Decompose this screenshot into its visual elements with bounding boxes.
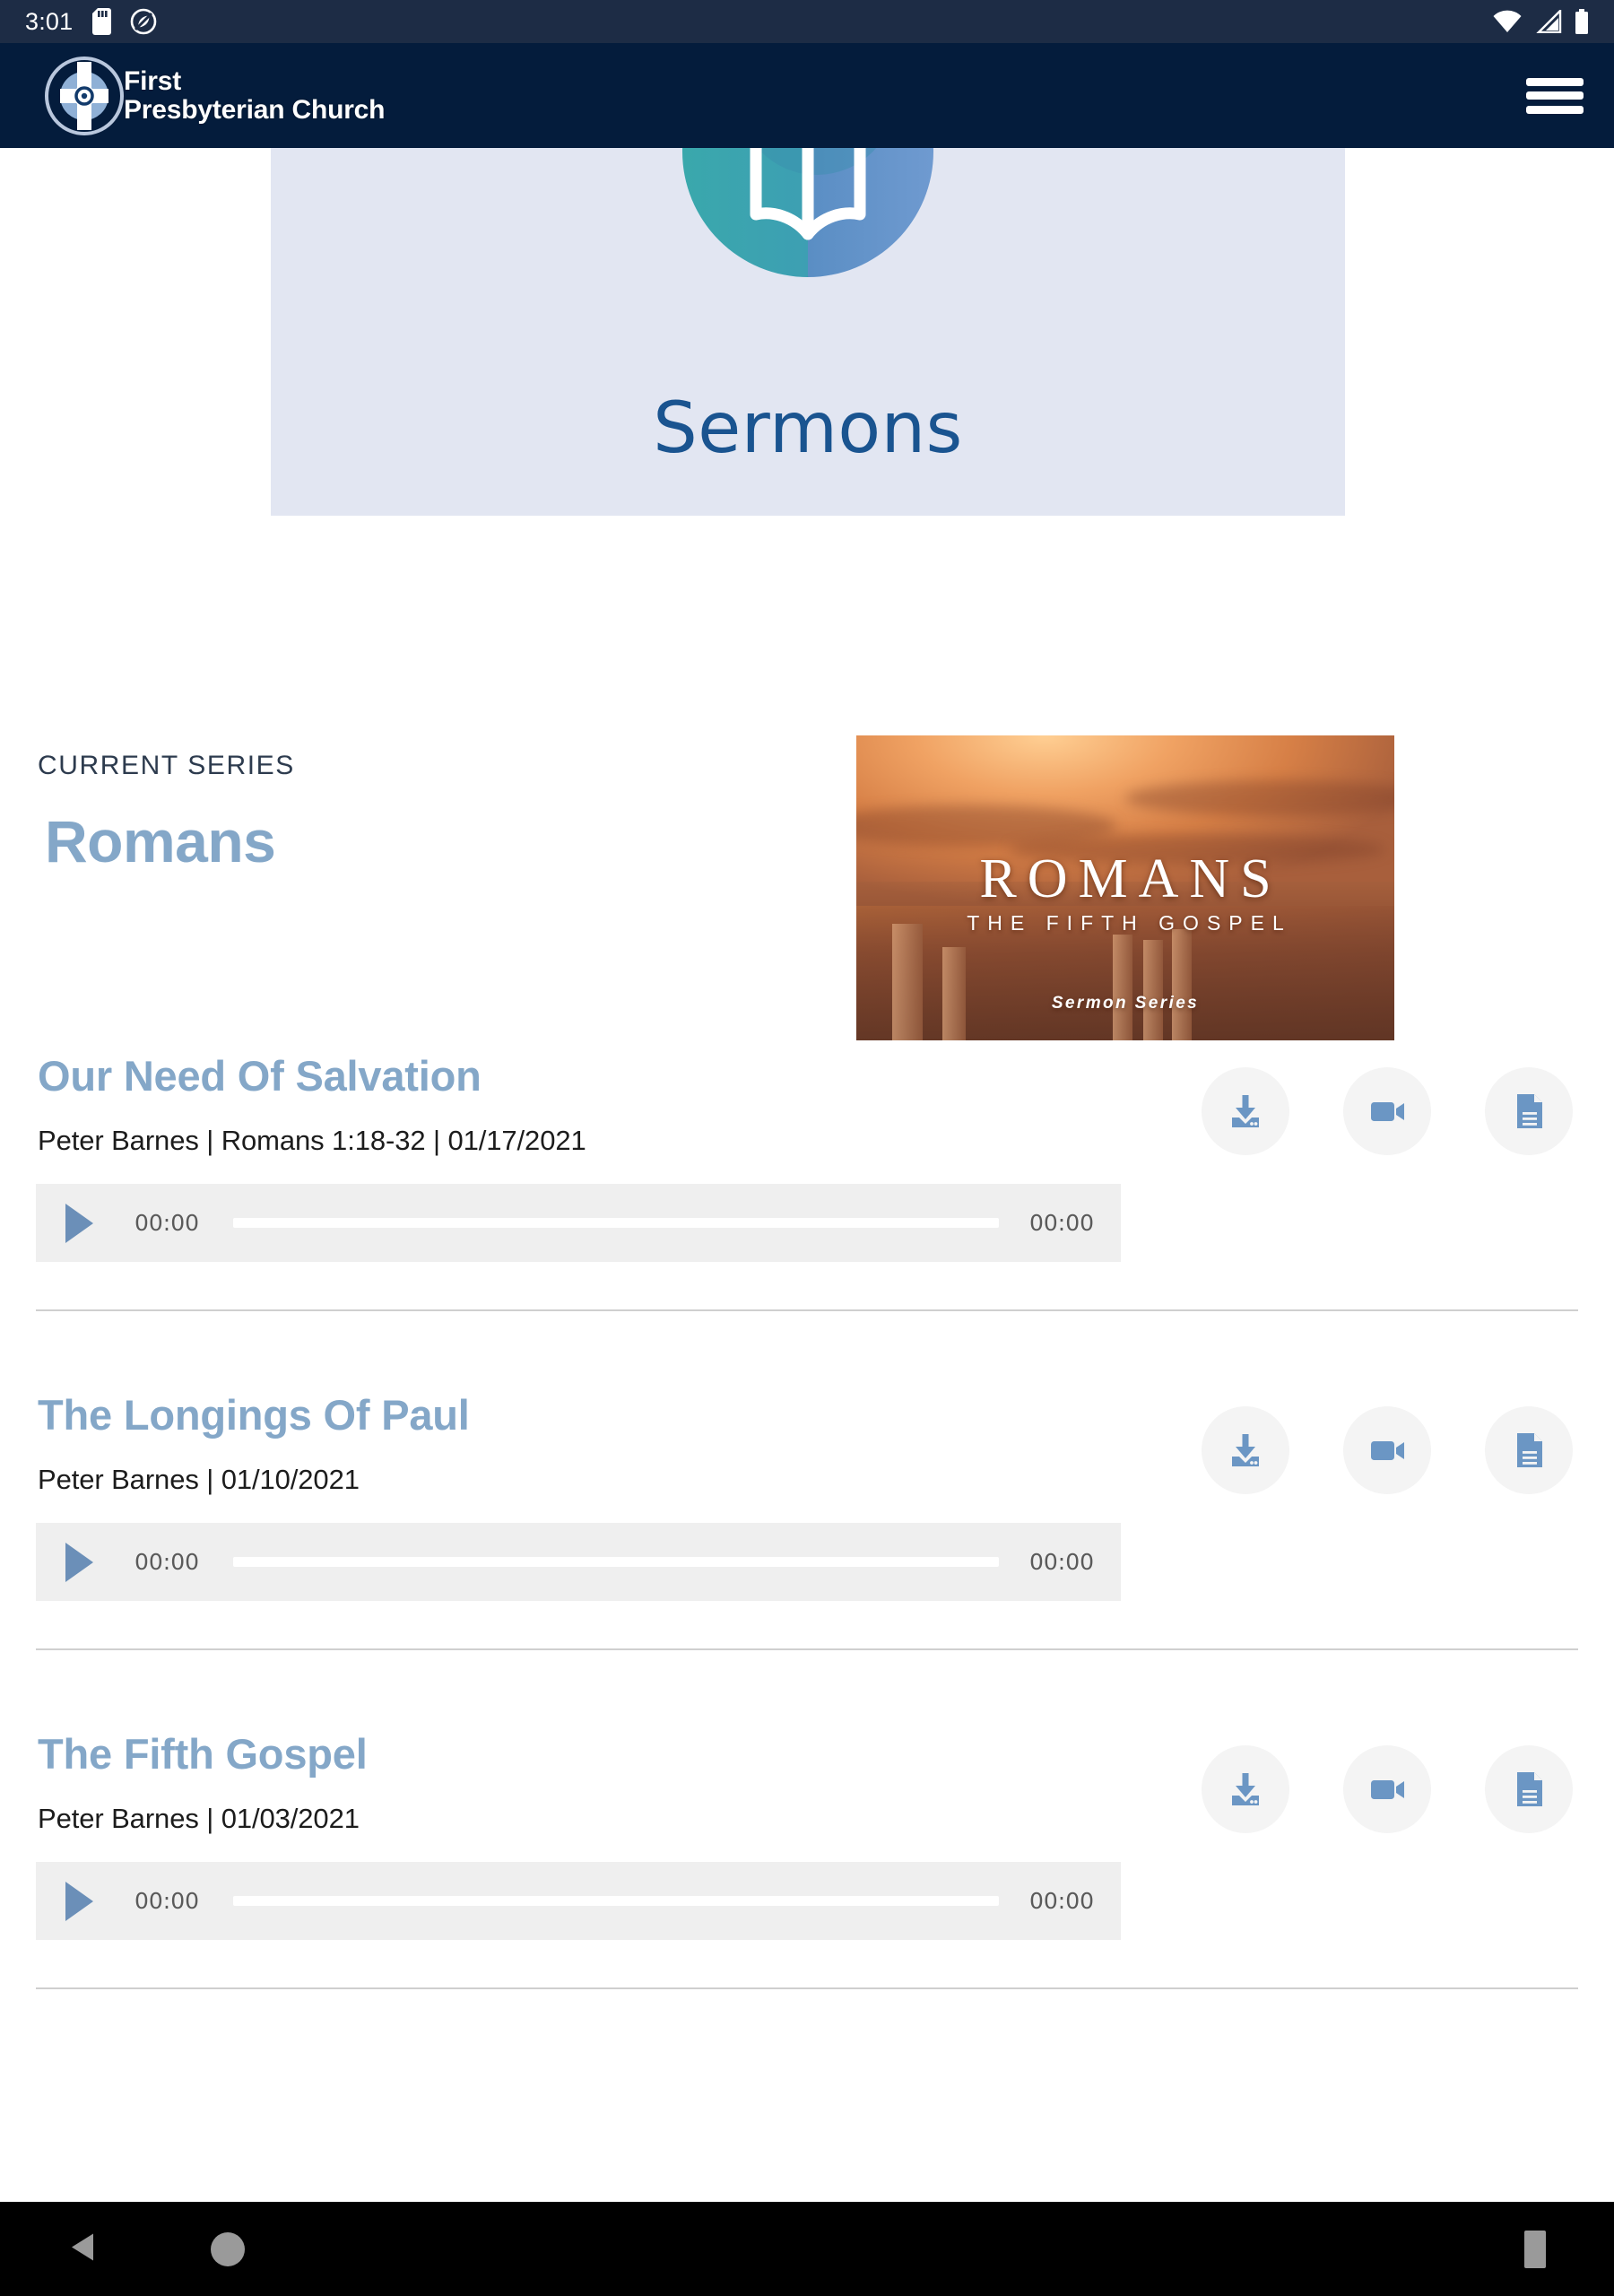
hamburger-menu-icon[interactable] — [1526, 73, 1584, 119]
series-artwork[interactable]: ROMANS THE FIFTH GOSPEL Sermon Series — [856, 735, 1394, 1040]
download-button[interactable] — [1202, 1745, 1289, 1833]
sermon-title[interactable]: The Fifth Gospel — [38, 1729, 368, 1779]
sermon-actions — [1202, 1067, 1573, 1155]
video-button[interactable] — [1343, 1067, 1431, 1155]
sermon-divider — [36, 1309, 1578, 1311]
battery-icon — [1575, 9, 1589, 34]
recents-button[interactable] — [1524, 2230, 1546, 2268]
brand-name: First Presbyterian Church — [124, 65, 386, 125]
player-seek-bar[interactable] — [233, 1557, 999, 1567]
download-button[interactable] — [1202, 1406, 1289, 1494]
player-seek-bar[interactable] — [233, 1218, 999, 1228]
sermon-actions — [1202, 1406, 1573, 1494]
brand-name-line2: Presbyterian Church — [124, 94, 386, 125]
player-total-time: 00:00 — [1028, 1549, 1094, 1575]
sermon-divider — [36, 1987, 1578, 1989]
download-button[interactable] — [1202, 1067, 1289, 1155]
artwork-column — [892, 924, 923, 1040]
brand[interactable]: First Presbyterian Church — [43, 55, 385, 137]
brand-name-line1: First — [124, 65, 182, 96]
sermons-banner: Sermons — [271, 148, 1345, 516]
artwork-subtitle: THE FIFTH GOSPEL — [967, 911, 1292, 935]
sermon-meta: Peter Barnes | Romans 1:18-32 | 01/17/20… — [38, 1125, 586, 1156]
play-button[interactable] — [57, 1202, 100, 1245]
player-total-time: 00:00 — [1028, 1888, 1094, 1914]
wifi-icon — [1492, 10, 1523, 33]
status-right-icons — [1492, 9, 1589, 34]
play-button[interactable] — [57, 1880, 100, 1923]
sermon-title[interactable]: Our Need Of Salvation — [38, 1051, 482, 1100]
artwork-tag: Sermon Series — [1051, 994, 1200, 1013]
video-button[interactable] — [1343, 1406, 1431, 1494]
document-button[interactable] — [1485, 1406, 1573, 1494]
back-button[interactable] — [70, 2231, 97, 2266]
banner-title: Sermons — [653, 388, 963, 469]
status-left-icons — [92, 8, 157, 35]
current-series-label: CURRENT SERIES — [38, 751, 295, 780]
current-series-title: Romans — [45, 808, 276, 874]
celtic-cross-logo — [43, 55, 126, 137]
sd-card-icon — [92, 8, 114, 35]
audio-player[interactable]: 00:00 00:00 — [36, 1862, 1121, 1940]
status-bar: 3:01 — [0, 0, 1614, 43]
artwork-column — [1172, 929, 1192, 1040]
play-button[interactable] — [57, 1541, 100, 1584]
sermon-divider — [36, 1648, 1578, 1650]
player-current-time: 00:00 — [134, 1549, 200, 1575]
player-current-time: 00:00 — [134, 1888, 200, 1914]
video-button[interactable] — [1343, 1745, 1431, 1833]
document-button[interactable] — [1485, 1745, 1573, 1833]
artwork-column — [1143, 940, 1163, 1040]
audio-player[interactable]: 00:00 00:00 — [36, 1523, 1121, 1601]
system-navigation-bar — [0, 2202, 1614, 2296]
player-total-time: 00:00 — [1028, 1210, 1094, 1236]
sermon-actions — [1202, 1745, 1573, 1833]
artwork-column — [1113, 935, 1132, 1040]
cellular-signal-icon — [1535, 10, 1562, 33]
page-content: Sermons CURRENT SERIES Romans ROMANS THE… — [0, 148, 1614, 2202]
open-book-icon — [646, 148, 969, 313]
document-button[interactable] — [1485, 1067, 1573, 1155]
audio-player[interactable]: 00:00 00:00 — [36, 1184, 1121, 1262]
sermon-title[interactable]: The Longings Of Paul — [38, 1390, 470, 1439]
app-header: First Presbyterian Church — [0, 43, 1614, 148]
status-clock: 3:01 — [25, 7, 74, 35]
player-seek-bar[interactable] — [233, 1896, 999, 1906]
sermon-meta: Peter Barnes | 01/10/2021 — [38, 1464, 360, 1495]
artwork-title: ROMANS — [979, 848, 1282, 909]
do-not-disturb-icon — [130, 8, 157, 35]
sermon-meta: Peter Barnes | 01/03/2021 — [38, 1803, 360, 1834]
home-button[interactable] — [211, 2231, 245, 2266]
player-current-time: 00:00 — [134, 1210, 200, 1236]
